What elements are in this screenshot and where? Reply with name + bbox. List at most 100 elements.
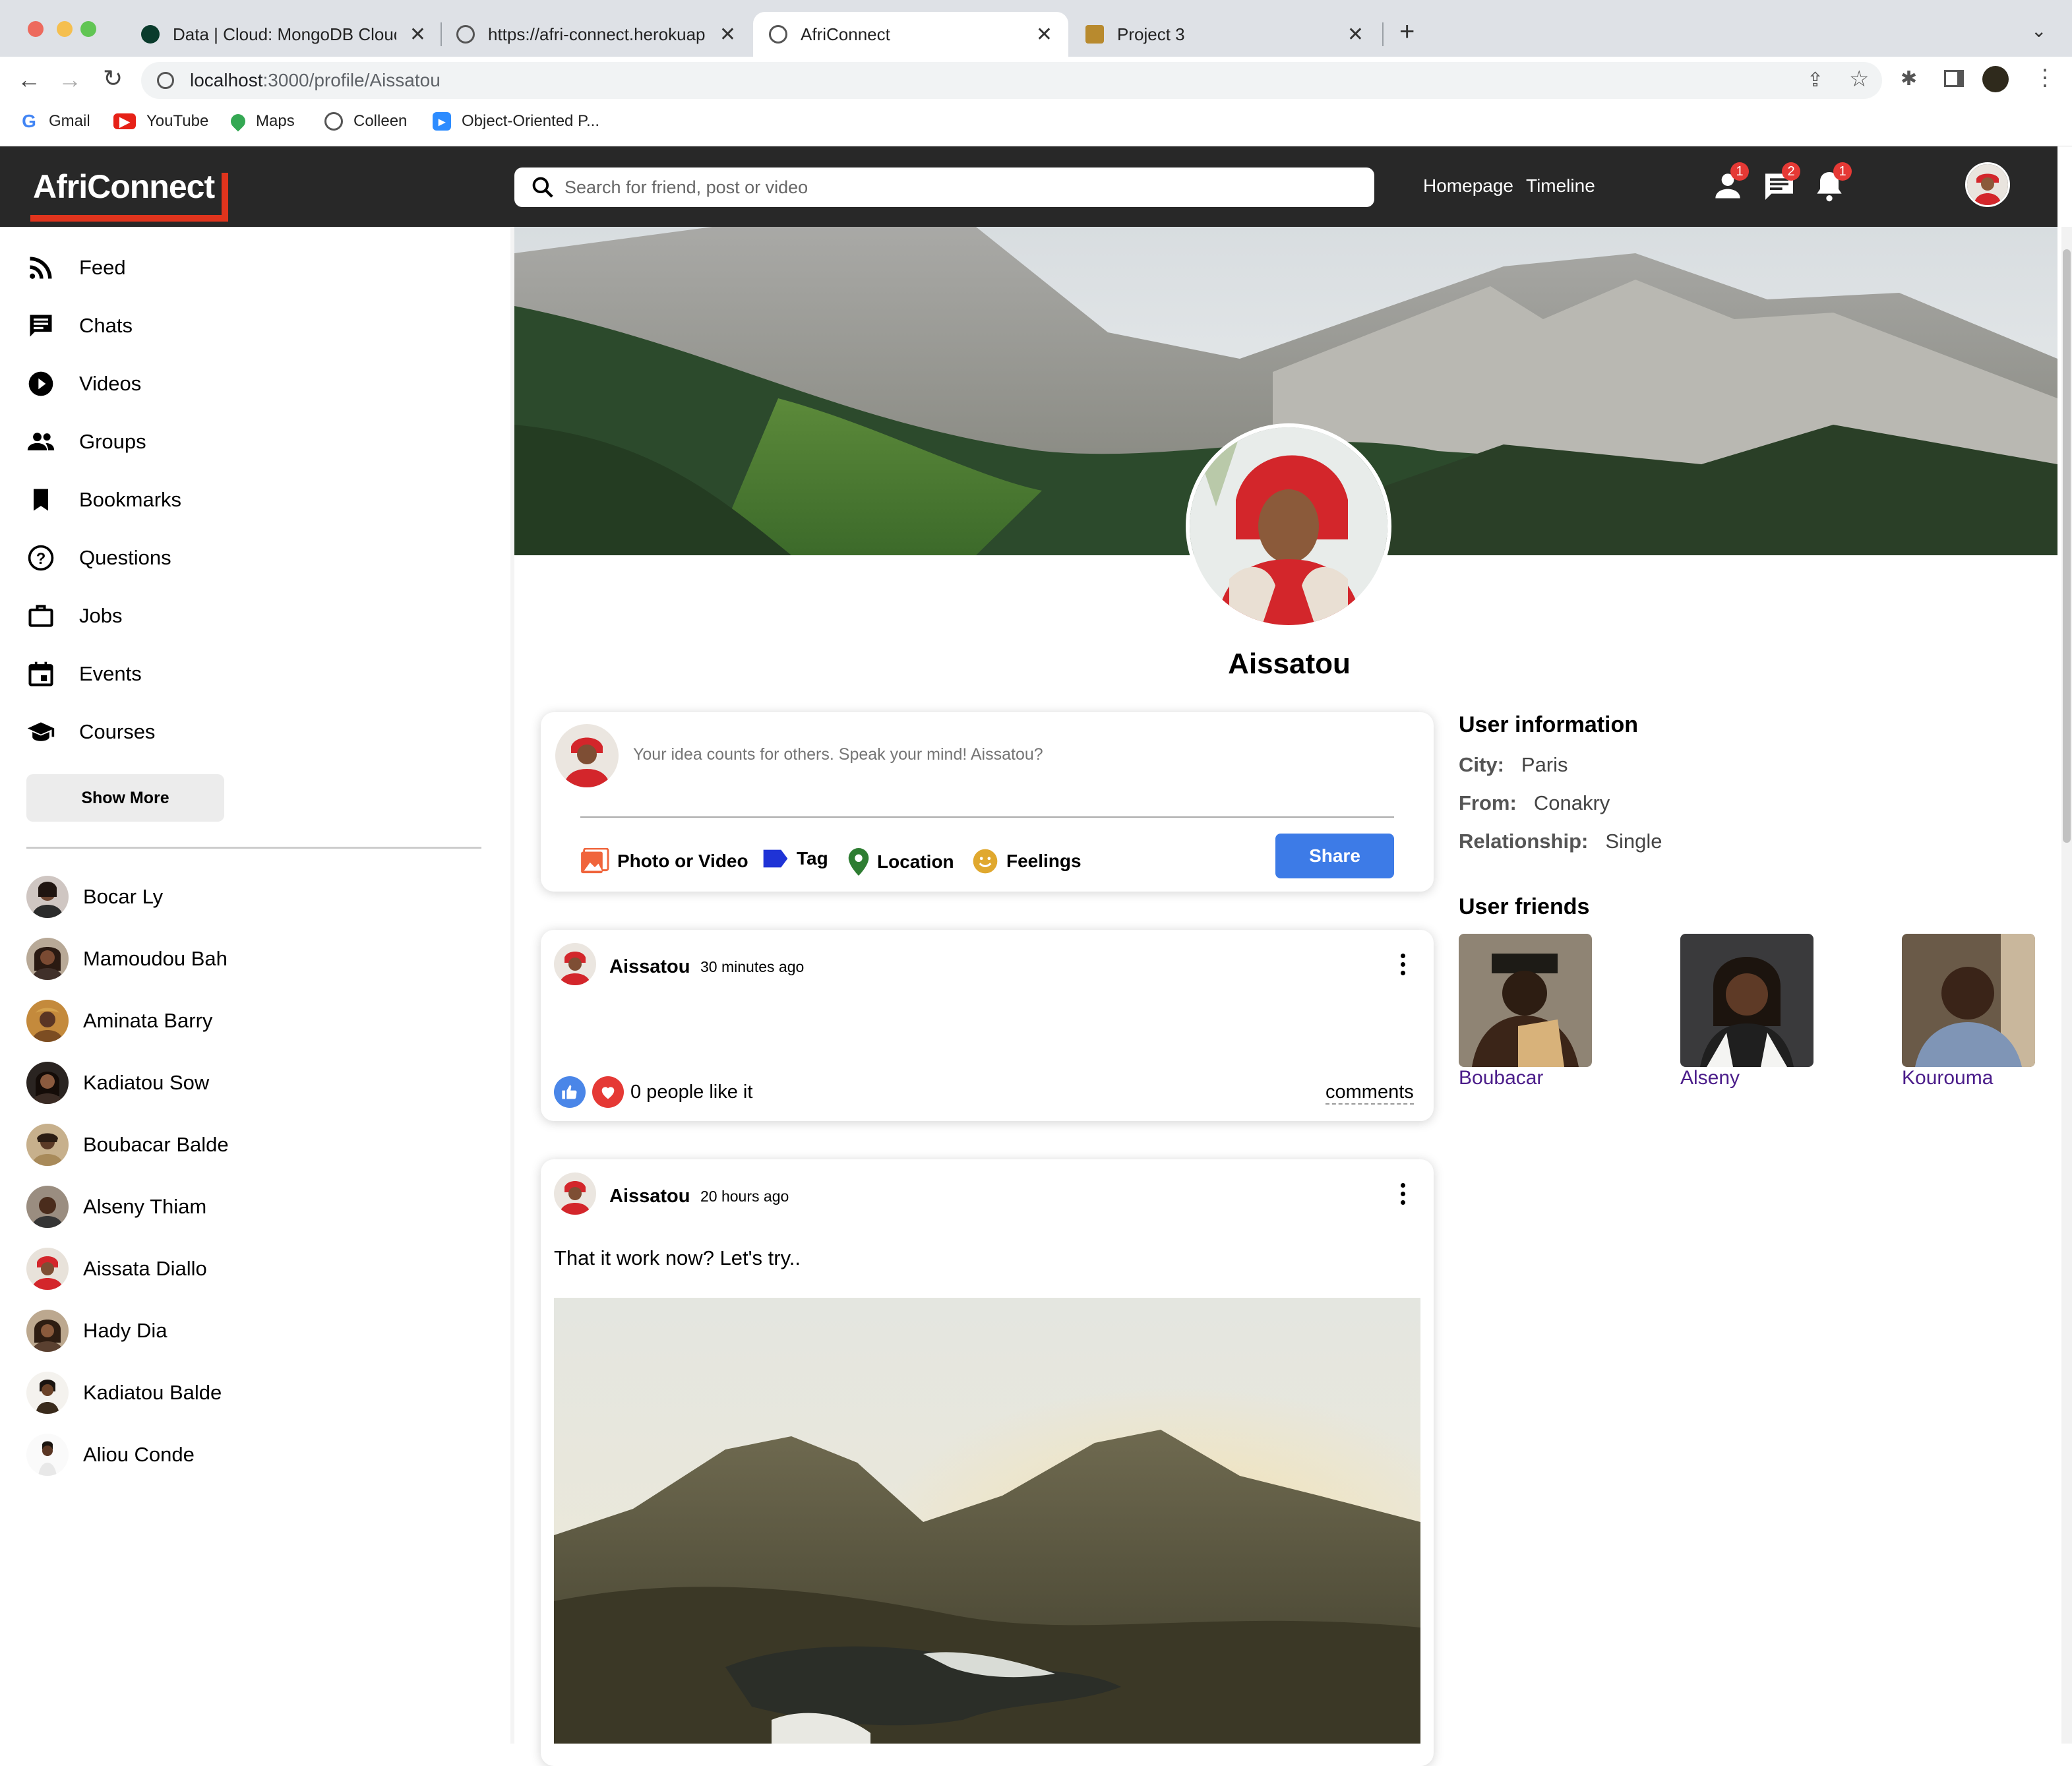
friend-list-item[interactable]: Hady Dia [26,1310,168,1352]
sidebar-item-jobs[interactable]: Jobs [26,596,122,636]
messages-badge: 2 [1782,162,1800,181]
friend-list-item[interactable]: Kadiatou Sow [26,1062,209,1104]
user-relationship: Relationship: Single [1459,830,1662,853]
scrollbar-thumb[interactable] [2063,249,2071,843]
timeline-link[interactable]: Timeline [1526,175,1595,197]
user-friend-photo[interactable] [1680,934,1813,1067]
bookmark-oop[interactable]: ▸ Object-Oriented P... [433,112,599,131]
post-image[interactable] [554,1298,1420,1744]
maximize-window-button[interactable] [80,21,96,37]
avatar [26,876,69,918]
sidebar-item-groups[interactable]: Groups [26,422,146,462]
close-tab-icon[interactable]: ✕ [410,23,426,46]
avatar[interactable] [554,943,596,985]
sidebar-item-courses[interactable]: Courses [26,712,155,752]
bookmark-star-icon[interactable]: ☆ [1849,66,1869,92]
friend-name: Kadiatou Sow [83,1071,210,1094]
page-scrollbar[interactable] [2061,227,2072,1744]
browser-tab-project3[interactable]: Project 3 ✕ [1070,12,1380,57]
search-bar[interactable] [514,167,1374,207]
close-tab-icon[interactable]: ✕ [1036,23,1052,46]
friend-name: Aminata Barry [83,1009,213,1032]
sidebar-item-videos[interactable]: Videos [26,364,141,404]
browser-menu-icon[interactable]: ⋮ [2034,65,2056,91]
user-friend-name[interactable]: Alseny [1680,1067,1740,1089]
friend-list-item[interactable]: Alseny Thiam [26,1186,206,1228]
post-author[interactable]: Aissatou [609,956,690,978]
address-bar[interactable]: localhost:3000/profile/Aissatou [141,62,1882,99]
search-icon [532,177,553,198]
close-tab-icon[interactable]: ✕ [1347,23,1364,46]
friend-list-item[interactable]: Kadiatou Balde [26,1372,222,1414]
side-panel-icon[interactable] [1944,70,1964,87]
maps-pin-icon [228,111,249,132]
user-from: From: Conakry [1459,791,1610,815]
browser-tab-heroku[interactable]: https://afri-connect.herokuapp ✕ [441,12,752,57]
bookmark-label: Colleen [353,112,408,130]
close-window-button[interactable] [28,21,44,37]
comments-link[interactable]: comments [1325,1081,1414,1105]
logo-accent [222,173,228,222]
photo-or-video-option[interactable]: Photo or Video [580,848,748,874]
post-menu-icon[interactable] [1401,1183,1407,1205]
friend-list-item[interactable]: Aliou Conde [26,1434,195,1476]
bookmark-gmail[interactable]: G Gmail [20,111,90,131]
friend-requests-badge: 1 [1730,162,1749,181]
bookmark-youtube[interactable]: ▶ YouTube [113,112,208,131]
user-friend-name[interactable]: Kourouma [1902,1067,1993,1089]
profile-picture[interactable] [1186,423,1391,629]
minimize-window-button[interactable] [57,21,73,37]
post-menu-icon[interactable] [1401,954,1407,975]
user-friend-photo[interactable] [1902,934,2035,1067]
browser-profile-avatar[interactable] [1982,66,2009,92]
heart-icon[interactable] [592,1076,624,1108]
search-input[interactable] [564,177,1356,198]
share-button[interactable]: Share [1275,834,1394,878]
friend-name: Aliou Conde [83,1443,195,1466]
sidebar-item-events[interactable]: Events [26,654,142,694]
share-page-icon[interactable]: ⇪ [1807,69,1823,92]
share-input[interactable] [633,745,1391,764]
friend-list-item[interactable]: Aminata Barry [26,1000,212,1042]
browser-tab-africonnect[interactable]: AfriConnect ✕ [753,12,1068,57]
close-tab-icon[interactable]: ✕ [719,23,736,46]
like-count: 0 people like it [630,1081,753,1103]
sidebar-item-questions[interactable]: ? Questions [26,538,171,578]
avatar[interactable] [554,1172,596,1215]
feelings-option[interactable]: Feelings [972,848,1082,874]
current-user-avatar[interactable] [1965,162,2010,207]
reload-icon[interactable]: ↻ [103,65,123,92]
user-friend-name[interactable]: Boubacar [1459,1067,1543,1089]
back-arrow-icon[interactable]: ← [17,66,41,94]
tab-search-chevron-icon[interactable]: ⌄ [2031,20,2046,42]
user-friend-photo[interactable] [1459,934,1592,1067]
sidebar-item-label: Questions [79,546,171,569]
share-divider [580,816,1394,818]
sidebar-item-label: Videos [79,372,142,395]
friend-list-item[interactable]: Bocar Ly [26,876,163,918]
app-logo[interactable]: AfriConnect [33,167,215,206]
bookmark-maps[interactable]: Maps [228,111,295,132]
extensions-icon[interactable]: ✱ [1901,67,1917,90]
bookmark-label: YouTube [146,112,209,130]
tag-option[interactable]: Tag [762,848,828,869]
friend-list-item[interactable]: Boubacar Balde [26,1124,229,1166]
bookmark-colleen[interactable]: Colleen [324,112,407,131]
sidebar-item-label: Feed [79,256,126,279]
homepage-link[interactable]: Homepage [1423,175,1513,197]
friend-list-item[interactable]: Aissata Diallo [26,1248,207,1290]
location-option[interactable]: Location [848,848,954,876]
sidebar-item-feed[interactable]: Feed [26,248,126,288]
forward-arrow-icon[interactable]: → [58,66,82,94]
sidebar-item-bookmarks[interactable]: Bookmarks [26,480,181,520]
friend-list-item[interactable]: Mamoudou Bah [26,938,228,980]
new-tab-icon[interactable]: + [1399,17,1415,47]
like-icon[interactable] [554,1076,586,1108]
show-more-button[interactable]: Show More [26,774,224,822]
tab-label: AfriConnect [801,24,890,44]
browser-tab-mongodb[interactable]: Data | Cloud: MongoDB Cloud ✕ [125,12,442,57]
sidebar-item-chats[interactable]: Chats [26,306,133,346]
post-time: 20 hours ago [700,1188,789,1205]
bookmark-icon [34,489,48,511]
post-author[interactable]: Aissatou [609,1186,690,1207]
